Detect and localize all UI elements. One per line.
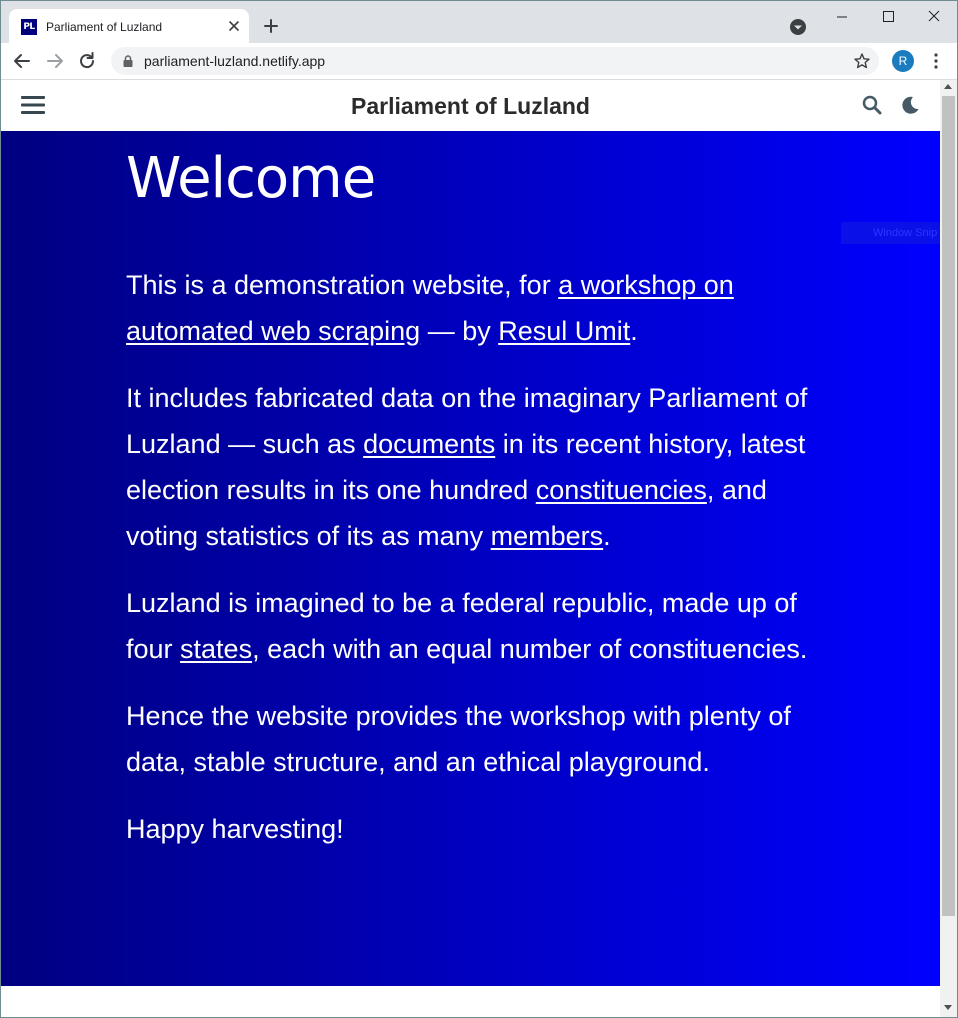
- hero-section: Welcome Window Snip This is a demonstrat…: [1, 131, 940, 986]
- scroll-thumb[interactable]: [942, 96, 955, 916]
- reload-icon[interactable]: [75, 49, 99, 73]
- browser-window: PL Parliament of Luzland parliament-luzl…: [0, 0, 958, 1018]
- url-text[interactable]: parliament-luzland.netlify.app: [144, 53, 325, 69]
- star-icon[interactable]: [853, 52, 871, 70]
- window-close-icon[interactable]: [911, 3, 957, 31]
- browser-toolbar: parliament-luzland.netlify.app R: [1, 43, 957, 80]
- browser-tab[interactable]: PL Parliament of Luzland: [9, 9, 249, 43]
- search-icon[interactable]: [861, 94, 883, 116]
- scroll-down-arrow-icon[interactable]: [944, 1005, 952, 1010]
- hero-body: This is a demonstration website, for a w…: [126, 262, 831, 873]
- minimize-icon[interactable]: [819, 3, 865, 31]
- tab-search-icon[interactable]: [787, 16, 809, 38]
- page-title: Welcome: [126, 146, 376, 211]
- constituencies-link[interactable]: constituencies: [536, 475, 707, 505]
- close-icon[interactable]: [225, 17, 243, 35]
- profile-avatar[interactable]: R: [892, 50, 914, 72]
- federal-paragraph: Luzland is imagined to be a federal repu…: [126, 588, 808, 664]
- maximize-icon[interactable]: [865, 3, 911, 31]
- page-viewport: Parliament of Luzland Welcome Window Sni…: [1, 80, 940, 1017]
- closing-paragraph: Happy harvesting!: [126, 814, 344, 844]
- back-icon[interactable]: [10, 49, 34, 73]
- plus-icon[interactable]: [259, 14, 283, 38]
- window-snip-overlay: Window Snip: [841, 222, 940, 244]
- lock-icon[interactable]: [121, 54, 135, 68]
- address-bar[interactable]: parliament-luzland.netlify.app: [111, 47, 879, 75]
- intro-paragraph: This is a demonstration website, for a w…: [126, 270, 734, 346]
- tab-strip: PL Parliament of Luzland: [1, 1, 957, 43]
- tab-title: Parliament of Luzland: [46, 20, 163, 34]
- purpose-paragraph: Hence the website provides the workshop …: [126, 701, 791, 777]
- author-link[interactable]: Resul Umit: [498, 316, 630, 346]
- moon-icon[interactable]: [899, 94, 921, 116]
- data-paragraph: It includes fabricated data on the imagi…: [126, 383, 808, 551]
- favicon-icon: PL: [21, 19, 37, 35]
- scroll-up-arrow-icon[interactable]: [944, 84, 952, 89]
- states-link[interactable]: states: [180, 634, 252, 664]
- forward-icon[interactable]: [43, 49, 67, 73]
- site-title[interactable]: Parliament of Luzland: [1, 91, 940, 121]
- page-scrollbar[interactable]: [940, 80, 957, 1017]
- site-header: Parliament of Luzland: [1, 80, 940, 131]
- kebab-icon[interactable]: [927, 51, 945, 71]
- documents-link[interactable]: documents: [363, 429, 495, 459]
- members-link[interactable]: members: [491, 521, 604, 551]
